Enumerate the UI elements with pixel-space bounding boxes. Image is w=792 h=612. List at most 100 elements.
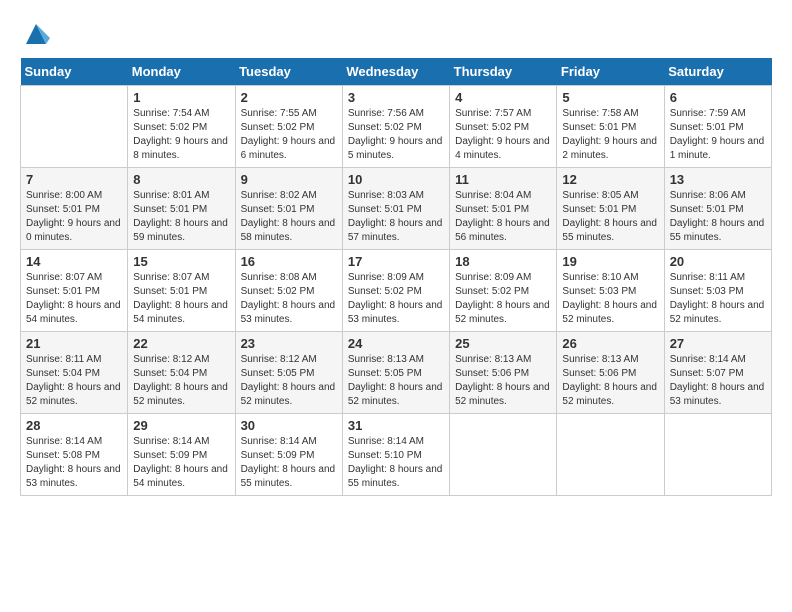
day-number: 9 [241,172,337,187]
weekday-header-row: SundayMondayTuesdayWednesdayThursdayFrid… [21,58,772,86]
calendar-cell [664,414,771,496]
day-info: Sunrise: 7:58 AMSunset: 5:01 PMDaylight:… [562,107,658,163]
calendar-cell: 10Sunrise: 8:03 AMSunset: 5:01 PMDayligh… [342,168,449,250]
day-info: Sunrise: 8:09 AMSunset: 5:02 PMDaylight:… [455,271,551,327]
logo-icon [22,20,50,48]
calendar-cell: 26 Sunrise: 8:13 AMSunset: 5:06 PMDayligh… [557,332,664,414]
day-info: Sunrise: 8:11 AMSunset: 5:03 PMDaylight:… [670,271,766,327]
calendar-cell: 16 Sunrise: 8:08 AMSunset: 5:02 PMDayligh… [235,250,342,332]
day-number: 26 [562,336,658,351]
calendar-week-row: 21 Sunrise: 8:11 AMSunset: 5:04 PMDayligh… [21,332,772,414]
calendar-cell: 8Sunrise: 8:01 AMSunset: 5:01 PMDaylight… [128,168,235,250]
day-number: 20 [670,254,766,269]
day-info: Sunrise: 7:55 AMSunset: 5:02 PMDaylight:… [241,107,337,163]
calendar-cell: 25Sunrise: 8:13 AMSunset: 5:06 PMDayligh… [450,332,557,414]
day-info: Sunrise: 8:00 AMSunset: 5:01 PMDaylight:… [26,189,122,245]
day-info: Sunrise: 8:05 AMSunset: 5:01 PMDaylight:… [562,189,658,245]
day-info: Sunrise: 7:54 AMSunset: 5:02 PMDaylight:… [133,107,229,163]
calendar-cell: 14 Sunrise: 8:07 AMSunset: 5:01 PMDayligh… [21,250,128,332]
day-info: Sunrise: 8:14 AMSunset: 5:10 PMDaylight:… [348,435,444,491]
calendar-cell: 11Sunrise: 8:04 AMSunset: 5:01 PMDayligh… [450,168,557,250]
weekday-header: Wednesday [342,58,449,86]
calendar-cell [450,414,557,496]
day-number: 14 [26,254,122,269]
day-number: 12 [562,172,658,187]
logo [20,20,50,48]
day-info: Sunrise: 8:04 AMSunset: 5:01 PMDaylight:… [455,189,551,245]
day-info: Sunrise: 8:13 AMSunset: 5:06 PMDaylight:… [562,353,658,409]
day-info: Sunrise: 8:07 AMSunset: 5:01 PMDaylight:… [133,271,229,327]
calendar-cell: 5Sunrise: 7:58 AMSunset: 5:01 PMDaylight… [557,86,664,168]
calendar-table: SundayMondayTuesdayWednesdayThursdayFrid… [20,58,772,496]
day-info: Sunrise: 7:59 AMSunset: 5:01 PMDaylight:… [670,107,766,163]
page-header [20,20,772,48]
weekday-header: Tuesday [235,58,342,86]
day-number: 19 [562,254,658,269]
day-info: Sunrise: 8:14 AMSunset: 5:09 PMDaylight:… [133,435,229,491]
day-number: 16 [241,254,337,269]
calendar-cell: 4 Sunrise: 7:57 AMSunset: 5:02 PMDaylight… [450,86,557,168]
day-number: 31 [348,418,444,433]
calendar-cell [557,414,664,496]
day-number: 24 [348,336,444,351]
calendar-cell: 7Sunrise: 8:00 AMSunset: 5:01 PMDaylight… [21,168,128,250]
calendar-cell: 29 Sunrise: 8:14 AMSunset: 5:09 PMDayligh… [128,414,235,496]
day-number: 25 [455,336,551,351]
weekday-header: Monday [128,58,235,86]
calendar-week-row: 14 Sunrise: 8:07 AMSunset: 5:01 PMDayligh… [21,250,772,332]
day-info: Sunrise: 8:11 AMSunset: 5:04 PMDaylight:… [26,353,122,409]
day-number: 23 [241,336,337,351]
day-info: Sunrise: 7:56 AMSunset: 5:02 PMDaylight:… [348,107,444,163]
calendar-week-row: 7Sunrise: 8:00 AMSunset: 5:01 PMDaylight… [21,168,772,250]
day-number: 1 [133,90,229,105]
day-number: 22 [133,336,229,351]
calendar-week-row: 1 Sunrise: 7:54 AMSunset: 5:02 PMDaylight… [21,86,772,168]
calendar-cell: 21 Sunrise: 8:11 AMSunset: 5:04 PMDayligh… [21,332,128,414]
day-info: Sunrise: 8:09 AMSunset: 5:02 PMDaylight:… [348,271,444,327]
day-info: Sunrise: 8:02 AMSunset: 5:01 PMDaylight:… [241,189,337,245]
day-info: Sunrise: 8:06 AMSunset: 5:01 PMDaylight:… [670,189,766,245]
day-info: Sunrise: 8:14 AMSunset: 5:07 PMDaylight:… [670,353,766,409]
day-number: 28 [26,418,122,433]
weekday-header: Saturday [664,58,771,86]
logo-text [20,20,50,48]
calendar-cell: 2Sunrise: 7:55 AMSunset: 5:02 PMDaylight… [235,86,342,168]
calendar-cell: 24 Sunrise: 8:13 AMSunset: 5:05 PMDayligh… [342,332,449,414]
day-info: Sunrise: 8:14 AMSunset: 5:09 PMDaylight:… [241,435,337,491]
calendar-cell: 31 Sunrise: 8:14 AMSunset: 5:10 PMDayligh… [342,414,449,496]
calendar-cell: 13 Sunrise: 8:06 AMSunset: 5:01 PMDayligh… [664,168,771,250]
day-info: Sunrise: 7:57 AMSunset: 5:02 PMDaylight:… [455,107,551,163]
day-number: 3 [348,90,444,105]
weekday-header: Friday [557,58,664,86]
weekday-header: Thursday [450,58,557,86]
calendar-cell: 17 Sunrise: 8:09 AMSunset: 5:02 PMDayligh… [342,250,449,332]
day-info: Sunrise: 8:13 AMSunset: 5:05 PMDaylight:… [348,353,444,409]
day-number: 13 [670,172,766,187]
calendar-cell: 28 Sunrise: 8:14 AMSunset: 5:08 PMDayligh… [21,414,128,496]
calendar-cell: 23Sunrise: 8:12 AMSunset: 5:05 PMDayligh… [235,332,342,414]
calendar-cell: 12 Sunrise: 8:05 AMSunset: 5:01 PMDayligh… [557,168,664,250]
day-number: 17 [348,254,444,269]
day-number: 4 [455,90,551,105]
calendar-cell [21,86,128,168]
day-info: Sunrise: 8:07 AMSunset: 5:01 PMDaylight:… [26,271,122,327]
day-info: Sunrise: 8:10 AMSunset: 5:03 PMDaylight:… [562,271,658,327]
calendar-cell: 3 Sunrise: 7:56 AMSunset: 5:02 PMDaylight… [342,86,449,168]
day-number: 29 [133,418,229,433]
calendar-cell: 1 Sunrise: 7:54 AMSunset: 5:02 PMDaylight… [128,86,235,168]
weekday-header: Sunday [21,58,128,86]
calendar-week-row: 28 Sunrise: 8:14 AMSunset: 5:08 PMDayligh… [21,414,772,496]
calendar-cell: 22Sunrise: 8:12 AMSunset: 5:04 PMDayligh… [128,332,235,414]
calendar-cell: 18Sunrise: 8:09 AMSunset: 5:02 PMDayligh… [450,250,557,332]
day-number: 21 [26,336,122,351]
day-number: 6 [670,90,766,105]
day-info: Sunrise: 8:14 AMSunset: 5:08 PMDaylight:… [26,435,122,491]
day-info: Sunrise: 8:08 AMSunset: 5:02 PMDaylight:… [241,271,337,327]
calendar-cell: 9 Sunrise: 8:02 AMSunset: 5:01 PMDaylight… [235,168,342,250]
day-info: Sunrise: 8:03 AMSunset: 5:01 PMDaylight:… [348,189,444,245]
calendar-cell: 30Sunrise: 8:14 AMSunset: 5:09 PMDayligh… [235,414,342,496]
calendar-cell: 20 Sunrise: 8:11 AMSunset: 5:03 PMDayligh… [664,250,771,332]
calendar-cell: 15Sunrise: 8:07 AMSunset: 5:01 PMDayligh… [128,250,235,332]
calendar-cell: 27Sunrise: 8:14 AMSunset: 5:07 PMDayligh… [664,332,771,414]
day-number: 8 [133,172,229,187]
